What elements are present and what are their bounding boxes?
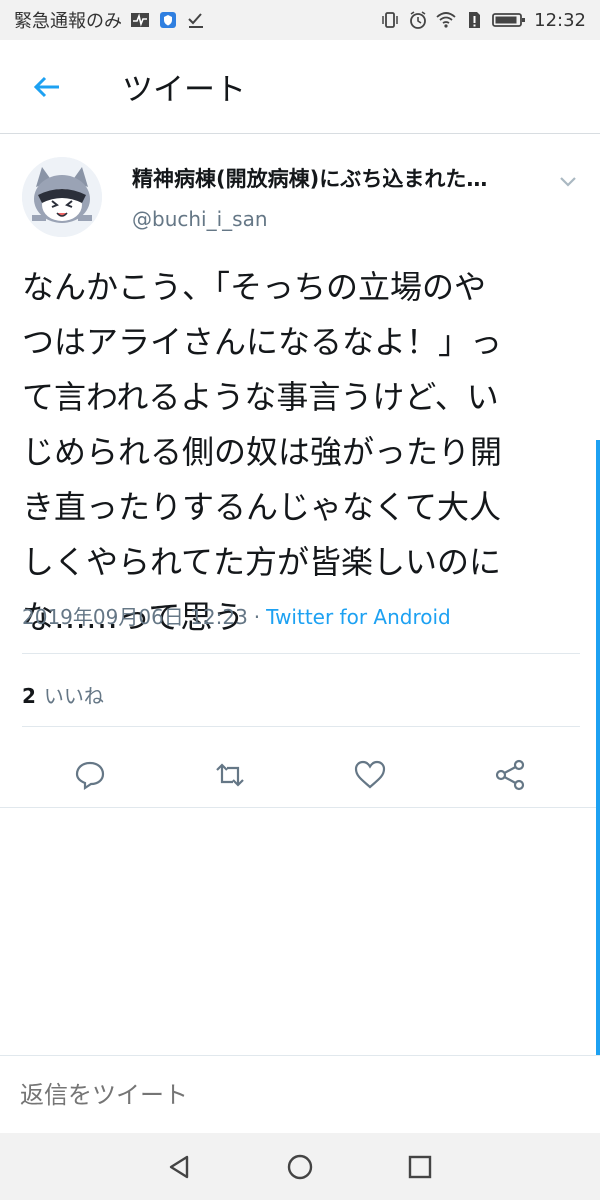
retweet-icon [216, 763, 244, 787]
square-recents-icon [408, 1155, 432, 1178]
share-icon [495, 759, 525, 791]
reply-icon [75, 761, 105, 791]
page-title: ツイート [122, 72, 246, 108]
status-right: 12:32 [380, 10, 586, 31]
circle-home-icon [287, 1154, 313, 1179]
tweet-detail: 精神病棟(開放病棟)にぶち込まれた… @buchi_i_san なんかこう、「そ… [0, 135, 600, 808]
back-button[interactable] [22, 62, 72, 112]
display-name[interactable]: 精神病棟(開放病棟)にぶち込まれた… [132, 163, 552, 193]
wifi-icon [436, 10, 456, 30]
divider [22, 653, 580, 654]
tweet-timestamp: 2019年09月06日 12:23 [22, 605, 248, 629]
arrow-left-icon [33, 76, 59, 97]
shield-icon [158, 10, 178, 30]
battery-icon [492, 10, 526, 30]
status-bar: 緊急通報のみ 12:32 [0, 0, 600, 40]
reply-bar [0, 1055, 600, 1133]
carrier-text: 緊急通報のみ [14, 11, 122, 32]
system-nav-bar [0, 1133, 600, 1200]
clock-text: 12:32 [534, 9, 586, 31]
download-check-icon [186, 10, 206, 30]
nav-home-button[interactable] [280, 1147, 320, 1187]
reply-input[interactable] [20, 1080, 580, 1109]
app-header: ツイート [0, 40, 600, 134]
heart-icon [354, 760, 386, 789]
like-count: 2 [22, 684, 36, 708]
more-options-button[interactable] [556, 169, 580, 193]
nav-recents-button[interactable] [400, 1147, 440, 1187]
tweet-meta: 2019年09月06日 12:23 · Twitter for Android [22, 601, 451, 630]
chevron-down-icon [560, 177, 576, 187]
alarm-icon [408, 10, 428, 30]
likes-row[interactable]: 2 いいね [22, 680, 104, 709]
tweet-source-link[interactable]: Twitter for Android [266, 605, 451, 629]
scrollbar[interactable] [596, 440, 600, 1060]
username[interactable]: @buchi_i_san [132, 207, 268, 231]
avatar[interactable] [22, 157, 102, 237]
raccoon-avatar-icon [22, 157, 102, 237]
status-left: 緊急通報のみ [14, 7, 206, 33]
like-button[interactable] [348, 753, 392, 797]
divider [0, 807, 600, 808]
tweet-text: なんかこう、「そっちの立場のや つはアライさんになるなよ！」っ て言われるような… [22, 268, 503, 636]
pulse-icon [130, 10, 150, 30]
share-button[interactable] [488, 753, 532, 797]
vibrate-icon [380, 10, 400, 30]
tweet-header: 精神病棟(開放病棟)にぶち込まれた… @buchi_i_san [0, 135, 600, 255]
reply-button[interactable] [68, 753, 112, 797]
nav-back-button[interactable] [160, 1147, 200, 1187]
triangle-back-icon [169, 1155, 189, 1178]
meta-separator: · [253, 605, 261, 629]
retweet-button[interactable] [208, 753, 252, 797]
tweet-actions [0, 745, 600, 805]
sim-alert-icon [464, 10, 484, 30]
divider [22, 726, 580, 727]
like-label: いいね [43, 684, 104, 708]
